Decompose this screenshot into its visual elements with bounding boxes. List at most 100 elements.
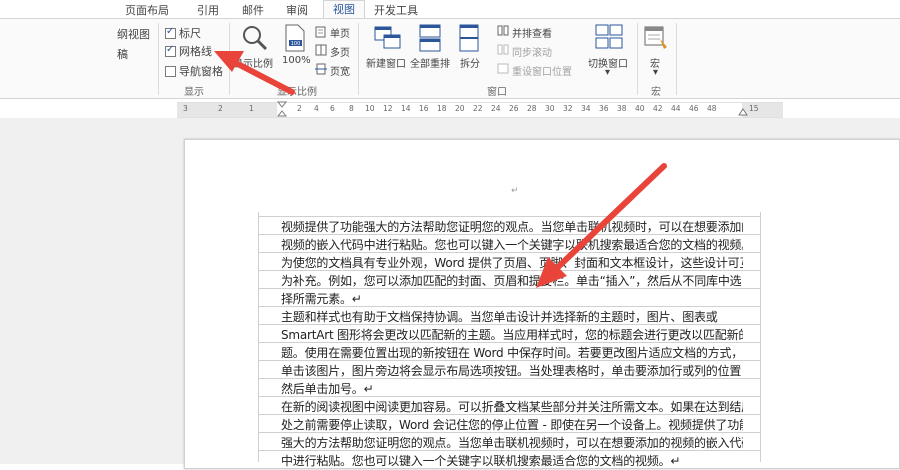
paragraph-line[interactable]: 在新的阅读视图中阅读更加容易。可以折叠文档某些部分并关注所需文本。如果在达到结尾: [281, 398, 743, 416]
tab-page-layout[interactable]: 页面布局: [125, 2, 169, 18]
ribbon-tab-bar: 页面布局 引用 邮件 审阅 视图 开发工具: [0, 0, 900, 18]
ruler-number: 34: [581, 104, 591, 113]
macros-dropdown-arrow[interactable]: ▾: [653, 67, 658, 78]
first-line-indent-marker-icon[interactable]: [277, 101, 287, 119]
group-label-macros: 宏: [651, 87, 661, 98]
nav-pane-label: 导航窗格: [179, 65, 223, 78]
ruler-number: 26: [509, 104, 519, 113]
switch-windows-icon[interactable]: [595, 24, 623, 50]
ruler-number: 42: [653, 104, 663, 113]
sync-scroll-button[interactable]: 同步滚动: [512, 44, 552, 59]
ruler-number: 20: [455, 104, 465, 113]
paragraph-line[interactable]: 单击该图片，图片旁边将会显示布局选项按钮。当处理表格时，单击要添加行或列的位置，: [281, 362, 743, 380]
one-page-icon: [315, 26, 326, 38]
ruler-number: 14: [401, 104, 411, 113]
ruler-number: 10: [365, 104, 375, 113]
paragraph-line[interactable]: 题。使用在需要位置出现的新按钮在 Word 中保存时间。若要更改图片适应文档的方…: [281, 344, 743, 362]
paragraph-line[interactable]: 强大的方法帮助您证明您的观点。当您单击联机视频时，可以在想要添加的视频的嵌入代码: [281, 434, 743, 452]
ruler-number: 1: [249, 104, 254, 113]
ruler-number: 28: [527, 104, 537, 113]
ruler-number: 44: [671, 104, 681, 113]
paragraph-line[interactable]: 视频提供了功能强大的方法帮助您证明您的观点。当您单击联机视频时，可以在想要添加的: [281, 218, 743, 236]
tab-review[interactable]: 审阅: [286, 2, 308, 18]
paragraph-line[interactable]: SmartArt 图形将会更改以匹配新的主题。当应用样式时，您的标题会进行更改以…: [281, 326, 743, 344]
nav-pane-checkbox[interactable]: [165, 66, 176, 77]
page-width-button[interactable]: 页宽: [330, 63, 350, 78]
group-separator: [358, 23, 359, 95]
group-separator: [676, 23, 677, 95]
gridlines-label: 网格线: [179, 45, 212, 58]
ruler-number: 22: [473, 104, 483, 113]
zoom-100-icon[interactable]: 100: [283, 24, 307, 52]
left-margin-line: [258, 212, 259, 462]
split-icon[interactable]: [458, 24, 480, 52]
zoom-button-label[interactable]: 显示比例: [233, 55, 273, 70]
ruler-label: 标尺: [179, 27, 201, 40]
page-width-icon: [315, 63, 327, 75]
header-paragraph-mark: ↵: [511, 186, 519, 196]
ruler-number: 3: [183, 104, 188, 113]
one-page-button[interactable]: 单页: [330, 25, 350, 40]
group-label-window: 窗口: [487, 87, 507, 98]
draft-view-partial[interactable]: 稿: [117, 46, 128, 62]
ruler-margin-left: [177, 103, 277, 117]
ruler-number: 40: [635, 104, 645, 113]
tab-references[interactable]: 引用: [197, 2, 219, 18]
ruler-number: 12: [383, 104, 393, 113]
paragraph-line[interactable]: 主题和样式也有助于文档保持协调。当您单击设计并选择新的主题时，图片、图表或: [281, 308, 743, 326]
group-label-show: 显示: [184, 87, 204, 98]
paragraph-line[interactable]: 视频的嵌入代码中进行粘贴。您也可以键入一个关键字以联机搜索最适合您的文档的视频。: [281, 236, 743, 254]
gridlines-checkbox[interactable]: ✓: [165, 44, 176, 57]
ruler-number: 36: [599, 104, 609, 113]
ruler-number: 38: [617, 104, 627, 113]
multiple-pages-icon: [315, 44, 327, 56]
ruler-checkbox[interactable]: ✓: [165, 26, 176, 39]
ruler-number: 48: [707, 104, 717, 113]
zoom-100-label[interactable]: 100%: [282, 55, 311, 66]
reset-window-position-button[interactable]: 重设窗口位置: [512, 63, 572, 78]
svg-text:100: 100: [291, 41, 301, 47]
side-by-side-icon: [497, 25, 509, 36]
group-separator: [158, 23, 159, 95]
zoom-magnifier-icon[interactable]: [241, 24, 269, 52]
ruler-number: 46: [689, 104, 699, 113]
right-margin-line: [760, 212, 761, 462]
multiple-pages-button[interactable]: 多页: [330, 44, 350, 59]
view-side-by-side-button[interactable]: 并排查看: [512, 25, 552, 40]
new-window-button[interactable]: 新建窗口: [366, 55, 406, 70]
split-button[interactable]: 拆分: [460, 55, 480, 70]
right-indent-marker-icon[interactable]: [738, 107, 748, 117]
group-separator: [229, 23, 230, 95]
new-window-icon[interactable]: [374, 26, 402, 50]
ruler-number: 32: [563, 104, 573, 113]
sync-scroll-icon: [497, 44, 509, 55]
switch-windows-dropdown-arrow[interactable]: ▾: [605, 67, 610, 78]
tab-view[interactable]: 视图: [323, 0, 365, 18]
tab-mailings[interactable]: 邮件: [242, 2, 264, 18]
horizontal-ruler[interactable]: 3 2 1 2 4 6 8 10 12 14 16 18 20 22 24 26…: [177, 101, 783, 119]
paragraph-line[interactable]: 为使您的文档具有专业外观，Word 提供了页眉、页脚、封面和文本框设计，这些设计…: [281, 254, 743, 272]
paragraph-line[interactable]: 中进行粘贴。您也可以键入一个关键字以联机搜索最适合您的文档的视频。↵: [281, 452, 743, 470]
ruler-number: 15: [749, 104, 759, 113]
reset-window-icon: [497, 63, 509, 74]
macros-icon[interactable]: [643, 25, 669, 51]
ruler-number: 4: [314, 104, 319, 113]
paragraph-line[interactable]: 然后单击加号。↵: [281, 380, 743, 398]
ribbon: 纲视图 稿 ✓ 标尺 ✓ 网格线 导航窗格 显示 显示比例 100 100% 单…: [0, 18, 900, 99]
paragraph-line[interactable]: 择所需元素。↵: [281, 290, 743, 308]
ruler-number: 2: [218, 104, 223, 113]
arrange-all-button[interactable]: 全部重排: [410, 55, 450, 70]
arrange-all-icon[interactable]: [418, 24, 442, 52]
ruler-number: 2: [297, 104, 302, 113]
ruler-number: 8: [349, 104, 354, 113]
group-separator: [637, 23, 638, 95]
ruler-number: 24: [491, 104, 501, 113]
paragraph-line[interactable]: 为补充。例如，您可以添加匹配的封面、页眉和提要栏。单击“插入”，然后从不同库中选: [281, 272, 743, 290]
paragraph-line[interactable]: 处之前需要停止读取，Word 会记住您的停止位置 - 即使在另一个设备上。视频提…: [281, 416, 743, 434]
ruler-number: 30: [545, 104, 555, 113]
outline-view-partial[interactable]: 纲视图: [117, 26, 150, 42]
ruler-number: 6: [330, 104, 335, 113]
group-label-zoom: 显示比例: [277, 87, 317, 98]
tab-developer[interactable]: 开发工具: [374, 2, 418, 18]
ruler-number: 16: [419, 104, 429, 113]
